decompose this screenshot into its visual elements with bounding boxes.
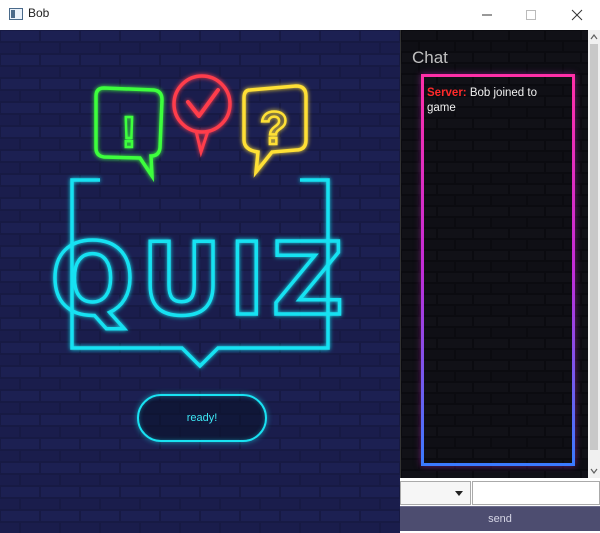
chat-messages-frame <box>421 74 575 466</box>
recipient-dropdown[interactable] <box>400 481 471 505</box>
close-button[interactable] <box>554 0 600 30</box>
minimize-button[interactable] <box>464 0 510 30</box>
close-icon <box>571 9 583 21</box>
scroll-down-arrow-icon[interactable] <box>588 464 600 478</box>
chevron-down-icon <box>455 491 463 496</box>
neon-quiz-logo: ! ? QUIZ <box>0 30 400 533</box>
scroll-up-arrow-icon[interactable] <box>588 30 600 44</box>
bubble-symbol-question: ? <box>260 102 288 154</box>
maximize-icon <box>526 10 536 20</box>
chat-scrollbar[interactable] <box>588 30 600 478</box>
chat-heading: Chat <box>412 48 448 67</box>
chat-message: Server: Bob joined to game <box>427 86 567 116</box>
app-window-icon <box>9 8 23 20</box>
title-bar: Bob <box>0 0 600 30</box>
window-title: Bob <box>28 6 50 20</box>
bubble-symbol-exclaim: ! <box>122 108 137 157</box>
maximize-button[interactable] <box>508 0 554 30</box>
send-button[interactable]: send <box>400 506 600 531</box>
message-sender: Server: <box>427 87 467 99</box>
scroll-thumb[interactable] <box>590 44 598 450</box>
minimize-icon <box>482 14 492 16</box>
chat-panel: Chat Server: Bob joined to game <box>400 30 588 478</box>
chat-input[interactable] <box>472 481 600 505</box>
game-area: ! ? QUIZ ready! <box>0 30 400 533</box>
quiz-logo-text: QUIZ <box>50 221 350 338</box>
ready-button[interactable]: ready! <box>137 394 267 442</box>
